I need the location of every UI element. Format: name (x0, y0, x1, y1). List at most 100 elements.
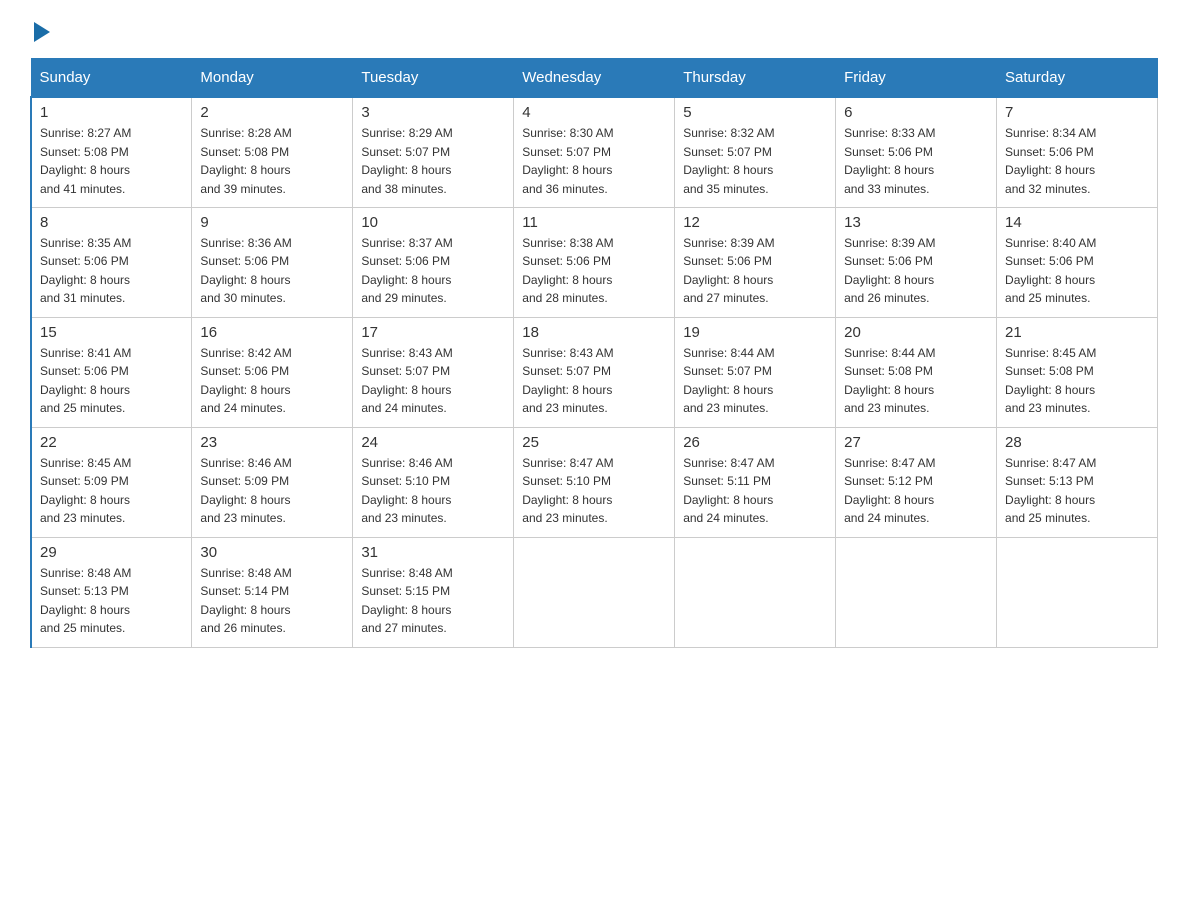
calendar-cell: 20 Sunrise: 8:44 AM Sunset: 5:08 PM Dayl… (836, 317, 997, 427)
logo-arrow-icon (34, 22, 50, 42)
day-number: 16 (200, 324, 344, 341)
day-info: Sunrise: 8:46 AM Sunset: 5:09 PM Dayligh… (200, 454, 344, 528)
calendar-cell: 10 Sunrise: 8:37 AM Sunset: 5:06 PM Dayl… (353, 207, 514, 317)
day-number: 15 (40, 324, 183, 341)
calendar-header-row: SundayMondayTuesdayWednesdayThursdayFrid… (31, 59, 1158, 98)
day-number: 9 (200, 214, 344, 231)
day-info: Sunrise: 8:44 AM Sunset: 5:07 PM Dayligh… (683, 344, 827, 418)
calendar-cell: 1 Sunrise: 8:27 AM Sunset: 5:08 PM Dayli… (31, 97, 192, 207)
calendar-cell (997, 537, 1158, 647)
day-number: 17 (361, 324, 505, 341)
day-number: 11 (522, 214, 666, 231)
day-number: 25 (522, 434, 666, 451)
day-header-thursday: Thursday (675, 59, 836, 98)
calendar-cell: 13 Sunrise: 8:39 AM Sunset: 5:06 PM Dayl… (836, 207, 997, 317)
calendar-cell (836, 537, 997, 647)
day-info: Sunrise: 8:47 AM Sunset: 5:13 PM Dayligh… (1005, 454, 1149, 528)
day-header-friday: Friday (836, 59, 997, 98)
day-info: Sunrise: 8:39 AM Sunset: 5:06 PM Dayligh… (844, 234, 988, 308)
calendar-cell: 11 Sunrise: 8:38 AM Sunset: 5:06 PM Dayl… (514, 207, 675, 317)
day-number: 3 (361, 104, 505, 121)
calendar-cell: 15 Sunrise: 8:41 AM Sunset: 5:06 PM Dayl… (31, 317, 192, 427)
day-header-saturday: Saturday (997, 59, 1158, 98)
day-header-sunday: Sunday (31, 59, 192, 98)
day-number: 12 (683, 214, 827, 231)
day-info: Sunrise: 8:48 AM Sunset: 5:13 PM Dayligh… (40, 564, 183, 638)
day-info: Sunrise: 8:47 AM Sunset: 5:12 PM Dayligh… (844, 454, 988, 528)
day-info: Sunrise: 8:35 AM Sunset: 5:06 PM Dayligh… (40, 234, 183, 308)
day-info: Sunrise: 8:48 AM Sunset: 5:14 PM Dayligh… (200, 564, 344, 638)
calendar-cell: 28 Sunrise: 8:47 AM Sunset: 5:13 PM Dayl… (997, 427, 1158, 537)
day-info: Sunrise: 8:37 AM Sunset: 5:06 PM Dayligh… (361, 234, 505, 308)
day-number: 13 (844, 214, 988, 231)
calendar-cell: 25 Sunrise: 8:47 AM Sunset: 5:10 PM Dayl… (514, 427, 675, 537)
calendar-cell: 9 Sunrise: 8:36 AM Sunset: 5:06 PM Dayli… (192, 207, 353, 317)
day-info: Sunrise: 8:36 AM Sunset: 5:06 PM Dayligh… (200, 234, 344, 308)
day-info: Sunrise: 8:42 AM Sunset: 5:06 PM Dayligh… (200, 344, 344, 418)
day-number: 31 (361, 544, 505, 561)
day-info: Sunrise: 8:44 AM Sunset: 5:08 PM Dayligh… (844, 344, 988, 418)
day-number: 30 (200, 544, 344, 561)
day-number: 8 (40, 214, 183, 231)
day-number: 4 (522, 104, 666, 121)
calendar-cell (514, 537, 675, 647)
day-number: 1 (40, 104, 183, 121)
day-info: Sunrise: 8:27 AM Sunset: 5:08 PM Dayligh… (40, 124, 183, 198)
day-info: Sunrise: 8:46 AM Sunset: 5:10 PM Dayligh… (361, 454, 505, 528)
calendar-cell: 5 Sunrise: 8:32 AM Sunset: 5:07 PM Dayli… (675, 97, 836, 207)
calendar-cell: 2 Sunrise: 8:28 AM Sunset: 5:08 PM Dayli… (192, 97, 353, 207)
day-info: Sunrise: 8:29 AM Sunset: 5:07 PM Dayligh… (361, 124, 505, 198)
calendar-cell: 22 Sunrise: 8:45 AM Sunset: 5:09 PM Dayl… (31, 427, 192, 537)
calendar-cell: 6 Sunrise: 8:33 AM Sunset: 5:06 PM Dayli… (836, 97, 997, 207)
day-info: Sunrise: 8:39 AM Sunset: 5:06 PM Dayligh… (683, 234, 827, 308)
calendar-week-row: 29 Sunrise: 8:48 AM Sunset: 5:13 PM Dayl… (31, 537, 1158, 647)
day-info: Sunrise: 8:38 AM Sunset: 5:06 PM Dayligh… (522, 234, 666, 308)
day-info: Sunrise: 8:45 AM Sunset: 5:09 PM Dayligh… (40, 454, 183, 528)
calendar-cell: 14 Sunrise: 8:40 AM Sunset: 5:06 PM Dayl… (997, 207, 1158, 317)
day-number: 27 (844, 434, 988, 451)
day-info: Sunrise: 8:33 AM Sunset: 5:06 PM Dayligh… (844, 124, 988, 198)
day-info: Sunrise: 8:48 AM Sunset: 5:15 PM Dayligh… (361, 564, 505, 638)
calendar-cell: 7 Sunrise: 8:34 AM Sunset: 5:06 PM Dayli… (997, 97, 1158, 207)
calendar-week-row: 8 Sunrise: 8:35 AM Sunset: 5:06 PM Dayli… (31, 207, 1158, 317)
calendar-cell: 4 Sunrise: 8:30 AM Sunset: 5:07 PM Dayli… (514, 97, 675, 207)
day-number: 24 (361, 434, 505, 451)
day-number: 6 (844, 104, 988, 121)
day-number: 20 (844, 324, 988, 341)
calendar-cell: 3 Sunrise: 8:29 AM Sunset: 5:07 PM Dayli… (353, 97, 514, 207)
calendar-week-row: 22 Sunrise: 8:45 AM Sunset: 5:09 PM Dayl… (31, 427, 1158, 537)
calendar-cell: 17 Sunrise: 8:43 AM Sunset: 5:07 PM Dayl… (353, 317, 514, 427)
day-number: 5 (683, 104, 827, 121)
calendar-cell: 27 Sunrise: 8:47 AM Sunset: 5:12 PM Dayl… (836, 427, 997, 537)
day-info: Sunrise: 8:41 AM Sunset: 5:06 PM Dayligh… (40, 344, 183, 418)
calendar-cell: 16 Sunrise: 8:42 AM Sunset: 5:06 PM Dayl… (192, 317, 353, 427)
calendar-cell: 29 Sunrise: 8:48 AM Sunset: 5:13 PM Dayl… (31, 537, 192, 647)
day-number: 14 (1005, 214, 1149, 231)
day-info: Sunrise: 8:30 AM Sunset: 5:07 PM Dayligh… (522, 124, 666, 198)
calendar-cell (675, 537, 836, 647)
day-info: Sunrise: 8:32 AM Sunset: 5:07 PM Dayligh… (683, 124, 827, 198)
calendar-cell: 19 Sunrise: 8:44 AM Sunset: 5:07 PM Dayl… (675, 317, 836, 427)
day-info: Sunrise: 8:47 AM Sunset: 5:10 PM Dayligh… (522, 454, 666, 528)
day-number: 2 (200, 104, 344, 121)
page-header (30, 20, 1158, 38)
day-header-monday: Monday (192, 59, 353, 98)
calendar-cell: 30 Sunrise: 8:48 AM Sunset: 5:14 PM Dayl… (192, 537, 353, 647)
day-number: 10 (361, 214, 505, 231)
calendar-cell: 31 Sunrise: 8:48 AM Sunset: 5:15 PM Dayl… (353, 537, 514, 647)
day-info: Sunrise: 8:47 AM Sunset: 5:11 PM Dayligh… (683, 454, 827, 528)
calendar-cell: 8 Sunrise: 8:35 AM Sunset: 5:06 PM Dayli… (31, 207, 192, 317)
day-number: 21 (1005, 324, 1149, 341)
calendar-cell: 21 Sunrise: 8:45 AM Sunset: 5:08 PM Dayl… (997, 317, 1158, 427)
day-number: 26 (683, 434, 827, 451)
calendar-table: SundayMondayTuesdayWednesdayThursdayFrid… (30, 58, 1158, 648)
day-header-tuesday: Tuesday (353, 59, 514, 98)
calendar-cell: 23 Sunrise: 8:46 AM Sunset: 5:09 PM Dayl… (192, 427, 353, 537)
calendar-cell: 26 Sunrise: 8:47 AM Sunset: 5:11 PM Dayl… (675, 427, 836, 537)
day-info: Sunrise: 8:43 AM Sunset: 5:07 PM Dayligh… (522, 344, 666, 418)
day-header-wednesday: Wednesday (514, 59, 675, 98)
calendar-cell: 18 Sunrise: 8:43 AM Sunset: 5:07 PM Dayl… (514, 317, 675, 427)
calendar-week-row: 15 Sunrise: 8:41 AM Sunset: 5:06 PM Dayl… (31, 317, 1158, 427)
day-info: Sunrise: 8:45 AM Sunset: 5:08 PM Dayligh… (1005, 344, 1149, 418)
day-number: 29 (40, 544, 183, 561)
